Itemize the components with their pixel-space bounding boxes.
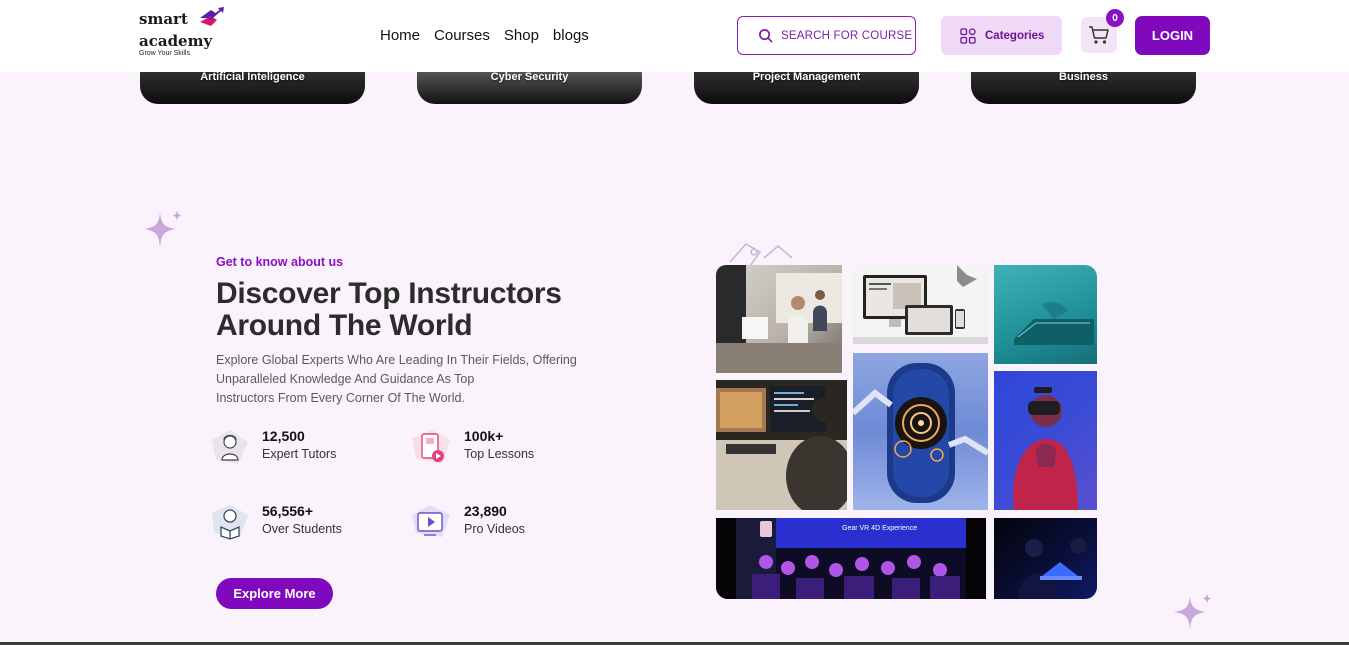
nav-courses[interactable]: Courses bbox=[434, 27, 490, 44]
vr-banner-text: Gear VR 4D Experience bbox=[842, 525, 917, 532]
stat-expert-tutors: 12,500 Expert Tutors bbox=[208, 428, 336, 468]
section-headline: Discover Top Instructors Around The Worl… bbox=[216, 278, 636, 342]
logo[interactable]: smart academy Grow Your Skills bbox=[139, 7, 239, 57]
search-course-button[interactable]: SEARCH FOR COURSE bbox=[737, 16, 916, 55]
image-night-laptop bbox=[994, 518, 1097, 599]
stat-label: Over Students bbox=[262, 522, 342, 536]
stat-label: Pro Videos bbox=[464, 522, 525, 536]
devices-illustration bbox=[853, 265, 988, 344]
description-line-1: Explore Global Experts Who Are Leading I… bbox=[216, 353, 577, 367]
stat-value: 12,500 bbox=[262, 428, 305, 444]
cart-icon bbox=[1089, 26, 1109, 44]
explore-more-button[interactable]: Explore More bbox=[216, 578, 333, 609]
stat-pro-videos: 23,890 Pro Videos bbox=[410, 503, 525, 543]
laptop-illustration bbox=[1014, 302, 1094, 345]
audience-illustration: Gear VR 4D Experience bbox=[716, 518, 986, 599]
stat-top-lessons: 100k+ Top Lessons bbox=[410, 428, 534, 468]
section-description: Explore Global Experts Who Are Leading I… bbox=[216, 351, 586, 408]
search-icon bbox=[759, 29, 773, 43]
categories-label: Categories bbox=[985, 29, 1045, 42]
sparkle-icon bbox=[144, 210, 182, 248]
coding-illustration bbox=[716, 386, 847, 510]
image-cyber-laptop bbox=[994, 265, 1097, 364]
image-vr-audience: Gear VR 4D Experience bbox=[716, 518, 986, 599]
image-classroom bbox=[716, 265, 842, 373]
categories-button[interactable]: Categories bbox=[941, 16, 1062, 55]
course-card-label: Cyber Security bbox=[490, 71, 569, 83]
headline-line-1: Discover Top Instructors bbox=[216, 277, 562, 310]
search-label: SEARCH FOR COURSE bbox=[781, 29, 913, 42]
robot-illustration bbox=[853, 363, 988, 503]
doodle-icon bbox=[729, 243, 793, 267]
section-eyebrow: Get to know about us bbox=[216, 255, 344, 269]
nav-blogs[interactable]: blogs bbox=[553, 27, 589, 44]
tutor-icon bbox=[212, 430, 248, 464]
student-icon bbox=[212, 505, 248, 540]
nav-shop[interactable]: Shop bbox=[504, 27, 539, 44]
image-devices bbox=[853, 265, 988, 344]
logo-line2: academy bbox=[139, 32, 213, 50]
image-coding-lab bbox=[716, 380, 847, 510]
description-line-2: Unparalleled Knowledge And Guidance As T… bbox=[216, 372, 475, 386]
logo-mark-icon bbox=[200, 7, 224, 26]
grid-icon bbox=[960, 27, 976, 44]
night-laptop-illustration bbox=[1018, 538, 1086, 599]
stat-over-students: 56,556+ Over Students bbox=[208, 503, 342, 543]
login-button[interactable]: LOGIN bbox=[1135, 16, 1210, 55]
image-robot-eye bbox=[853, 353, 988, 510]
stat-value: 100k+ bbox=[464, 428, 504, 444]
nav-home[interactable]: Home bbox=[380, 27, 420, 44]
lessons-icon bbox=[412, 430, 450, 464]
stat-value: 56,556+ bbox=[262, 503, 313, 519]
sparkle-icon bbox=[1174, 593, 1212, 630]
description-line-3: Instructors From Every Corner Of The Wor… bbox=[216, 391, 465, 405]
image-vr-headset bbox=[994, 371, 1097, 510]
stat-label: Top Lessons bbox=[464, 447, 535, 461]
course-card-label: Project Management bbox=[752, 71, 861, 83]
vr-person-illustration bbox=[1013, 387, 1078, 510]
site-header: smart academy Grow Your Skills Home Cour… bbox=[0, 0, 1349, 72]
classroom-illustration bbox=[716, 265, 842, 373]
main-nav: Home Courses Shop blogs bbox=[380, 27, 589, 44]
video-icon bbox=[412, 505, 450, 537]
headline-line-2: Around The World bbox=[216, 309, 473, 342]
course-card-label: Business bbox=[1059, 71, 1108, 83]
course-card-label: Artificial Inteligence bbox=[200, 71, 305, 83]
stat-label: Expert Tutors bbox=[262, 447, 337, 461]
cart-count-badge: 0 bbox=[1106, 9, 1124, 27]
logo-tagline: Grow Your Skills bbox=[139, 50, 190, 57]
stat-value: 23,890 bbox=[464, 503, 507, 519]
